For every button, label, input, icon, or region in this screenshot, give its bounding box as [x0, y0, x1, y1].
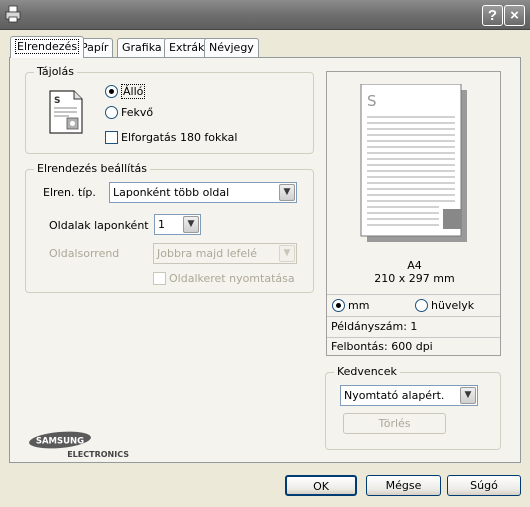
title-bar: ? × [0, 0, 530, 30]
page-order-select[interactable]: Jobbra majd lefelé ▼ [153, 243, 297, 264]
tab-extras[interactable]: Extrák [164, 38, 210, 57]
logo-sub: ELECTRONICS [67, 450, 129, 459]
print-page-border-label: Oldalkeret nyomtatása [169, 272, 295, 285]
ok-button[interactable]: OK [285, 475, 357, 496]
unit-inch-label: hüvelyk [431, 299, 475, 312]
cancel-button[interactable]: Mégse [366, 475, 441, 496]
tab-about[interactable]: Névjegy [204, 38, 259, 57]
page-order-value: Jobbra majd lefelé [157, 247, 257, 260]
portrait-document-icon: S [49, 90, 83, 134]
page-order-label: Oldalsorrend [49, 247, 120, 260]
print-page-border-checkbox[interactable] [153, 272, 166, 285]
tab-layout-label: Elrendezés [15, 39, 80, 54]
portrait-radio[interactable] [105, 85, 118, 98]
printer-properties-dialog: ? × Elrendezés Papír Grafika Extrák Névj… [0, 0, 530, 507]
logo-brand: SAMSUNG [36, 437, 84, 447]
chevron-down-icon[interactable]: ▼ [279, 184, 295, 201]
chevron-down-icon[interactable]: ▼ [183, 216, 199, 233]
paper-dimensions: 210 x 297 mm [374, 272, 455, 285]
layout-type-value: Laponként több oldal [113, 186, 230, 199]
divider [327, 294, 500, 295]
layout-type-label: Elren. típ. [43, 186, 96, 199]
chevron-down-icon: ▼ [279, 245, 295, 262]
tab-graphics[interactable]: Grafika [117, 38, 167, 57]
help-button[interactable]: Súgó [447, 475, 521, 496]
layout-type-select[interactable]: Laponként több oldal ▼ [109, 182, 297, 203]
pages-per-sheet-label: Oldalak laponként [49, 219, 149, 232]
close-button[interactable]: × [504, 5, 525, 26]
landscape-radio[interactable] [105, 106, 118, 119]
resolution-text: Felbontás: 600 dpi [331, 340, 433, 353]
tab-layout[interactable]: Elrendezés [10, 36, 85, 58]
divider [327, 337, 500, 338]
layout-options-legend: Elrendezés beállítás [34, 162, 150, 175]
favorites-legend: Kedvencek [334, 365, 400, 378]
copies-text: Példányszám: 1 [331, 320, 418, 333]
help-title-button[interactable]: ? [482, 5, 503, 26]
delete-favorite-button[interactable]: Törlés [343, 413, 446, 434]
unit-mm-radio[interactable] [332, 299, 345, 312]
landscape-label: Fekvő [121, 106, 154, 119]
portrait-label: Álló [121, 84, 146, 99]
favorites-group: Kedvencek [325, 365, 501, 450]
svg-text:S: S [54, 96, 60, 106]
orientation-legend: Tájolás [34, 65, 77, 78]
samsung-electronics-logo: SAMSUNG ELECTRONICS [29, 431, 129, 459]
page-preview-image: S [360, 84, 467, 242]
pages-per-sheet-select[interactable]: 1 ▼ [154, 214, 201, 235]
rotate-180-checkbox[interactable] [105, 131, 118, 144]
favorites-select[interactable]: Nyomtató alapért. ▼ [340, 385, 478, 406]
chevron-down-icon[interactable]: ▼ [460, 387, 476, 404]
favorites-value: Nyomtató alapért. [344, 389, 445, 402]
unit-mm-label: mm [348, 299, 370, 312]
printer-icon [5, 5, 21, 23]
pages-per-sheet-value: 1 [158, 218, 165, 231]
paper-name: A4 [407, 259, 422, 272]
divider [327, 316, 500, 317]
unit-inch-radio[interactable] [415, 299, 428, 312]
page-preview-panel: S A4 210 x 297 mm mm hüvelyk Példányszám… [326, 71, 501, 356]
rotate-180-label: Elforgatás 180 fokkal [121, 131, 238, 144]
svg-text:S: S [367, 92, 377, 110]
